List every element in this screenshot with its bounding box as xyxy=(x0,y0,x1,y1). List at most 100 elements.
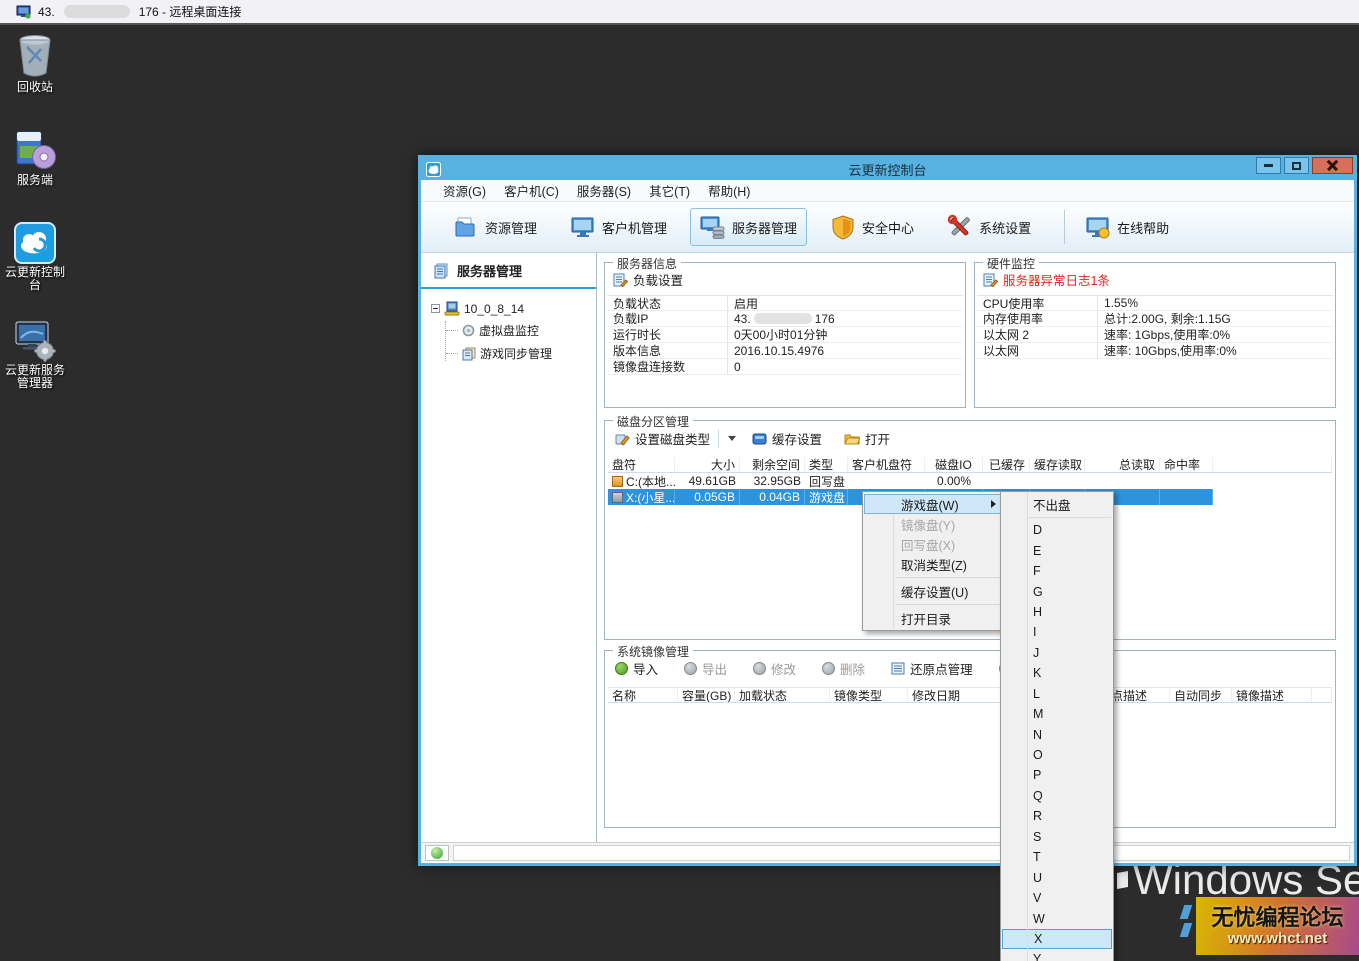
submenu-item-letter[interactable]: K xyxy=(1001,663,1113,683)
disk-toolbar: 设置磁盘类型 缓存设置 xyxy=(615,429,898,448)
col-free-space[interactable]: 剩余空间 xyxy=(740,457,805,472)
toolbar-online-help[interactable]: 在线帮助 xyxy=(1075,208,1179,246)
menu-servers[interactable]: 服务器(S) xyxy=(577,181,631,200)
menu-item-game-disk[interactable]: 游戏盘(W) xyxy=(864,494,1003,514)
set-disk-type-dropdown[interactable] xyxy=(718,430,752,448)
col-image-desc[interactable]: 镜像描述 xyxy=(1232,688,1312,702)
server-monitor-icon xyxy=(700,214,726,240)
submenu-item-letter[interactable]: S xyxy=(1001,827,1113,847)
toolbar-server-management[interactable]: 服务器管理 xyxy=(690,208,807,246)
cell-filler xyxy=(1213,473,1332,489)
info-label: 以太网 2 xyxy=(977,326,1097,343)
cell-type: 回写盘 xyxy=(805,473,848,489)
rdp-connection-bar: 43. 176 - 远程桌面连接 xyxy=(0,0,1359,25)
desktop-icon-cloud-console[interactable]: 云更新控制台 xyxy=(0,222,70,292)
desktop-icon-recycle-bin[interactable]: 回收站 xyxy=(0,33,70,94)
menu-other[interactable]: 其它(T) xyxy=(649,181,690,200)
submenu-item-letter[interactable]: I xyxy=(1001,622,1113,642)
submenu-item-letter[interactable]: L xyxy=(1001,684,1113,704)
col-cached[interactable]: 已缓存 xyxy=(983,457,1030,472)
menu-item-cancel-type[interactable]: 取消类型(Z) xyxy=(864,554,1003,574)
disk-row-c[interactable]: C:(本地... 49.61GB 32.95GB 回写盘 0.00% xyxy=(608,473,1332,489)
toolbar-security-center[interactable]: 安全中心 xyxy=(820,208,924,246)
set-disk-type-button[interactable]: 设置磁盘类型 xyxy=(615,429,710,448)
group-title: 系统镜像管理 xyxy=(613,643,693,660)
desktop-icon-service-manager[interactable]: 云更新服务管理器 xyxy=(0,318,70,390)
col-disk-io[interactable]: 磁盘IO xyxy=(925,457,983,472)
submenu-item-letter[interactable]: J xyxy=(1001,643,1113,663)
col-name[interactable]: 名称 xyxy=(608,688,678,702)
col-client-letter[interactable]: 客户机盘符 xyxy=(848,457,925,472)
info-value: 2016.10.15.4976 xyxy=(727,343,963,358)
collapse-expander-icon[interactable] xyxy=(431,304,440,313)
server-info-group: 服务器信息 负载设置 负载状态 启用 xyxy=(604,262,966,408)
submenu-item-letter[interactable]: N xyxy=(1001,724,1113,744)
menu-help[interactable]: 帮助(H) xyxy=(708,181,750,200)
info-label: 负载IP xyxy=(607,310,727,327)
shield-icon xyxy=(830,214,856,240)
submenu-item-letter[interactable]: O xyxy=(1001,745,1113,765)
submenu-item-letter[interactable]: D xyxy=(1001,520,1113,540)
open-button[interactable]: 打开 xyxy=(844,429,890,448)
cache-settings-button[interactable]: 缓存设置 xyxy=(752,429,822,448)
col-total-read[interactable]: 总读取 xyxy=(1085,457,1160,472)
import-button[interactable]: 导入 xyxy=(615,659,658,678)
cell-cache-read xyxy=(1030,473,1085,489)
submenu-item-letter[interactable]: U xyxy=(1001,867,1113,887)
col-type[interactable]: 类型 xyxy=(805,457,848,472)
desktop-icon-server-installer[interactable]: 服务端 xyxy=(0,124,70,187)
submenu-item-letter[interactable]: W xyxy=(1001,908,1113,928)
col-load-status[interactable]: 加载状态 xyxy=(735,688,830,702)
folder-icon xyxy=(453,214,479,240)
tree-node-game-sync[interactable]: 游戏同步管理 xyxy=(446,345,596,362)
tree-node-server[interactable]: 10_0_8_14 xyxy=(431,301,596,316)
submenu-item-letter[interactable]: Y xyxy=(1001,949,1113,961)
open-label: 打开 xyxy=(865,429,890,448)
submenu-item-letter[interactable]: P xyxy=(1001,765,1113,785)
menu-item-cache-settings[interactable]: 缓存设置(U) xyxy=(864,581,1003,601)
submenu-item-letter[interactable]: G xyxy=(1001,581,1113,601)
desktop-icon-label: 回收站 xyxy=(0,81,70,94)
info-row: CPU使用率 1.55% xyxy=(977,295,1333,311)
col-image-type[interactable]: 镜像类型 xyxy=(830,688,908,702)
tree-node-virtual-disk-monitor[interactable]: 虚拟盘监控 xyxy=(446,322,596,339)
toolbar-label: 服务器管理 xyxy=(732,218,797,237)
submenu-item-letter[interactable]: M xyxy=(1001,704,1113,724)
minimize-button[interactable] xyxy=(1256,157,1281,174)
sync-pages-icon xyxy=(462,347,476,361)
submenu-item-letter[interactable]: V xyxy=(1001,888,1113,908)
submenu-item-letter[interactable]: R xyxy=(1001,806,1113,826)
maximize-button[interactable] xyxy=(1284,157,1309,174)
desktop-icon-label: 云更新服务管理器 xyxy=(0,364,70,390)
load-settings-button[interactable]: 负载设置 xyxy=(613,270,683,289)
cell-drive: X:(小星... xyxy=(626,489,675,505)
menu-item-open-directory[interactable]: 打开目录 xyxy=(864,608,1003,628)
server-error-log-link[interactable]: 服务器异常日志1条 xyxy=(983,270,1110,289)
submenu-item-letter[interactable]: Q xyxy=(1001,786,1113,806)
submenu-item-no-drive[interactable]: 不出盘 xyxy=(1001,494,1113,515)
load-settings-label: 负载设置 xyxy=(633,270,683,289)
submenu-item-letter[interactable]: H xyxy=(1001,602,1113,622)
windows-logo-fragment xyxy=(1117,871,1128,889)
window-titlebar[interactable]: 云更新控制台 xyxy=(421,158,1354,180)
pencil-disk-icon xyxy=(615,432,630,446)
submenu-item-letter[interactable]: E xyxy=(1001,540,1113,560)
restore-point-button[interactable]: 还原点管理 xyxy=(891,659,973,678)
ip-prefix: 43. xyxy=(734,312,751,326)
toolbar-resource-management[interactable]: 资源管理 xyxy=(443,208,547,246)
col-auto-sync[interactable]: 自动同步 xyxy=(1170,688,1232,702)
menu-clients[interactable]: 客户机(C) xyxy=(504,181,559,200)
submenu-item-letter[interactable]: T xyxy=(1001,847,1113,867)
menu-resources[interactable]: 资源(G) xyxy=(443,181,486,200)
col-capacity[interactable]: 容量(GB) xyxy=(678,688,735,702)
close-button[interactable] xyxy=(1312,157,1353,174)
menu-gutter-line xyxy=(1027,493,1028,961)
col-size[interactable]: 大小 xyxy=(675,457,740,472)
col-drive-letter[interactable]: 盘符 xyxy=(608,457,675,472)
submenu-item-letter-selected[interactable]: X xyxy=(1002,929,1112,949)
submenu-item-letter[interactable]: F xyxy=(1001,561,1113,581)
toolbar-system-settings[interactable]: 系统设置 xyxy=(937,208,1041,246)
col-hit-rate[interactable]: 命中率 xyxy=(1160,457,1213,472)
toolbar-client-management[interactable]: 客户机管理 xyxy=(560,208,677,246)
col-cache-read[interactable]: 缓存读取 xyxy=(1030,457,1085,472)
